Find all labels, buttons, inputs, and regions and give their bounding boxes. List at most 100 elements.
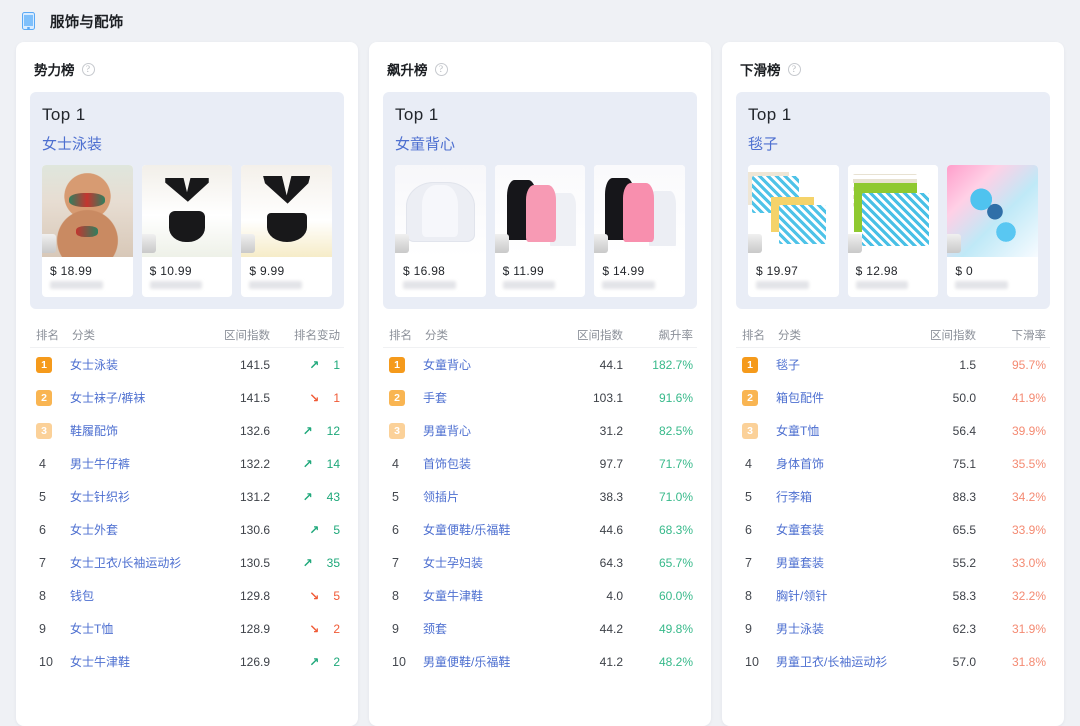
category-link[interactable]: 毯子 bbox=[776, 358, 800, 372]
category-link[interactable]: 女童便鞋/乐福鞋 bbox=[423, 523, 510, 537]
table-row[interactable]: 2 手套 103.1 91.6% bbox=[383, 381, 697, 414]
table-row[interactable]: 1 女士泳装 141.5 ↗ 1 bbox=[30, 348, 344, 381]
category-link[interactable]: 女士卫衣/长袖运动衫 bbox=[70, 556, 181, 570]
product-card[interactable]: $ 11.99 bbox=[494, 165, 586, 297]
product-title-redacted bbox=[756, 281, 809, 289]
category-link[interactable]: 行李箱 bbox=[776, 490, 812, 504]
category-link[interactable]: 首饰包装 bbox=[423, 457, 471, 471]
table-row[interactable]: 1 女童背心 44.1 182.7% bbox=[383, 348, 697, 381]
rank-cell: 6 bbox=[383, 523, 423, 537]
category-link[interactable]: 女童牛津鞋 bbox=[423, 589, 483, 603]
help-icon[interactable]: ? bbox=[81, 62, 95, 76]
product-card[interactable]: $ 0 bbox=[947, 165, 1039, 297]
arrow-down-right-icon: ↘ bbox=[309, 390, 320, 405]
product-card[interactable]: $ 9.99 bbox=[241, 165, 333, 297]
table-row[interactable]: 2 女士袜子/裤袜 141.5 ↘ 1 bbox=[30, 381, 344, 414]
category-link[interactable]: 颈套 bbox=[423, 622, 447, 636]
category-link[interactable]: 女童T恤 bbox=[776, 424, 819, 438]
table-row[interactable]: 5 女士针织衫 131.2 ↗ 43 bbox=[30, 480, 344, 513]
table-row[interactable]: 9 男士泳装 62.3 31.9% bbox=[736, 612, 1050, 645]
table-row[interactable]: 4 身体首饰 75.1 35.5% bbox=[736, 447, 1050, 480]
category-link[interactable]: 女士孕妇装 bbox=[423, 556, 483, 570]
table-row[interactable]: 6 女士外套 130.6 ↗ 5 bbox=[30, 513, 344, 546]
product-title-redacted bbox=[955, 281, 1008, 289]
table-row[interactable]: 6 女童便鞋/乐福鞋 44.6 68.3% bbox=[383, 513, 697, 546]
category-link[interactable]: 男童便鞋/乐福鞋 bbox=[423, 655, 510, 669]
product-card[interactable]: $ 16.98 bbox=[395, 165, 486, 297]
table-row[interactable]: 6 女童套装 65.5 33.9% bbox=[736, 513, 1050, 546]
rank-number: 9 bbox=[39, 621, 46, 636]
table-row[interactable]: 8 钱包 129.8 ↘ 5 bbox=[30, 579, 344, 612]
table-row[interactable]: 10 女士牛津鞋 126.9 ↗ 2 bbox=[30, 645, 344, 678]
table-row[interactable]: 1 毯子 1.5 95.7% bbox=[736, 348, 1050, 381]
table-row[interactable]: 5 行李箱 88.3 34.2% bbox=[736, 480, 1050, 513]
category-link[interactable]: 男童背心 bbox=[423, 424, 471, 438]
product-card[interactable]: $ 18.99 bbox=[42, 165, 133, 297]
table-row[interactable]: 3 女童T恤 56.4 39.9% bbox=[736, 414, 1050, 447]
product-image bbox=[748, 165, 839, 257]
rate-value: 82.5% bbox=[658, 423, 693, 438]
product-image bbox=[241, 165, 333, 257]
category-link[interactable]: 女童套装 bbox=[776, 523, 824, 537]
category-link[interactable]: 女士牛津鞋 bbox=[70, 655, 130, 669]
category-link[interactable]: 男童卫衣/长袖运动衫 bbox=[776, 655, 887, 669]
table-row[interactable]: 9 女士T恤 128.9 ↘ 2 bbox=[30, 612, 344, 645]
table-row[interactable]: 8 女童牛津鞋 4.0 60.0% bbox=[383, 579, 697, 612]
column-header-change: 飙升率 bbox=[658, 329, 694, 342]
rank-number: 10 bbox=[745, 654, 759, 669]
help-icon[interactable]: ? bbox=[434, 62, 448, 76]
category-link[interactable]: 身体首饰 bbox=[776, 457, 824, 471]
index-value: 44.1 bbox=[599, 357, 623, 372]
rank-cell: 5 bbox=[736, 490, 776, 504]
column-header-change: 排名变动 bbox=[294, 329, 340, 342]
product-card[interactable]: $ 19.97 bbox=[748, 165, 839, 297]
table-row[interactable]: 3 鞋履配饰 132.6 ↗ 12 bbox=[30, 414, 344, 447]
category-link[interactable]: 领插片 bbox=[423, 490, 459, 504]
product-title-redacted bbox=[855, 281, 909, 289]
category-link[interactable]: 男士泳装 bbox=[776, 622, 824, 636]
rank-cell: 7 bbox=[383, 556, 423, 570]
change-cell: ↗ 35 bbox=[270, 556, 344, 570]
category-link[interactable]: 女士针织衫 bbox=[70, 490, 130, 504]
table-row[interactable]: 7 女士卫衣/长袖运动衫 130.5 ↗ 35 bbox=[30, 546, 344, 579]
table-row[interactable]: 3 男童背心 31.2 82.5% bbox=[383, 414, 697, 447]
table-row[interactable]: 4 首饰包装 97.7 71.7% bbox=[383, 447, 697, 480]
category-link[interactable]: 女士泳装 bbox=[70, 358, 118, 372]
product-card[interactable]: $ 14.99 bbox=[594, 165, 686, 297]
table-row[interactable]: 7 男童套装 55.2 33.0% bbox=[736, 546, 1050, 579]
category-link[interactable]: 女童背心 bbox=[423, 358, 471, 372]
product-card[interactable]: $ 12.98 bbox=[847, 165, 939, 297]
product-title-redacted bbox=[50, 281, 103, 289]
top-category-link[interactable]: 女童背心 bbox=[395, 133, 685, 154]
category-link[interactable]: 女士袜子/裤袜 bbox=[70, 391, 145, 405]
table-row[interactable]: 10 男童便鞋/乐福鞋 41.2 48.2% bbox=[383, 645, 697, 678]
category-link[interactable]: 男士牛仔裤 bbox=[70, 457, 130, 471]
rank-number: 6 bbox=[745, 522, 752, 537]
table-row[interactable]: 8 胸针/领针 58.3 32.2% bbox=[736, 579, 1050, 612]
product-badge-icon bbox=[241, 234, 256, 253]
category-link[interactable]: 箱包配件 bbox=[776, 391, 824, 405]
top-category-link[interactable]: 女士泳装 bbox=[42, 133, 332, 154]
product-card[interactable]: $ 10.99 bbox=[141, 165, 233, 297]
table-row[interactable]: 9 颈套 44.2 49.8% bbox=[383, 612, 697, 645]
table-row[interactable]: 5 领插片 38.3 71.0% bbox=[383, 480, 697, 513]
category-link[interactable]: 女士T恤 bbox=[70, 622, 113, 636]
rank-number: 5 bbox=[39, 489, 46, 504]
rank-number: 4 bbox=[745, 456, 752, 471]
table-row[interactable]: 7 女士孕妇装 64.3 65.7% bbox=[383, 546, 697, 579]
top-category-link[interactable]: 毯子 bbox=[748, 133, 1038, 154]
category-link[interactable]: 手套 bbox=[423, 391, 447, 405]
category-link[interactable]: 鞋履配饰 bbox=[70, 424, 118, 438]
rank-cell: 6 bbox=[736, 523, 776, 537]
rank-badge: 1 bbox=[742, 356, 758, 373]
board-card-power-board: 势力榜? Top 1 女士泳装 $ 18.99 $ 10.99 $ 9.99 排名 分类 区间指… bbox=[16, 42, 358, 726]
category-link[interactable]: 男童套装 bbox=[776, 556, 824, 570]
rank-cell: 2 bbox=[736, 389, 776, 406]
table-row[interactable]: 2 箱包配件 50.0 41.9% bbox=[736, 381, 1050, 414]
table-row[interactable]: 10 男童卫衣/长袖运动衫 57.0 31.8% bbox=[736, 645, 1050, 678]
help-icon[interactable]: ? bbox=[787, 62, 801, 76]
category-link[interactable]: 胸针/领针 bbox=[776, 589, 827, 603]
table-row[interactable]: 4 男士牛仔裤 132.2 ↗ 14 bbox=[30, 447, 344, 480]
category-link[interactable]: 女士外套 bbox=[70, 523, 118, 537]
category-link[interactable]: 钱包 bbox=[70, 589, 94, 603]
